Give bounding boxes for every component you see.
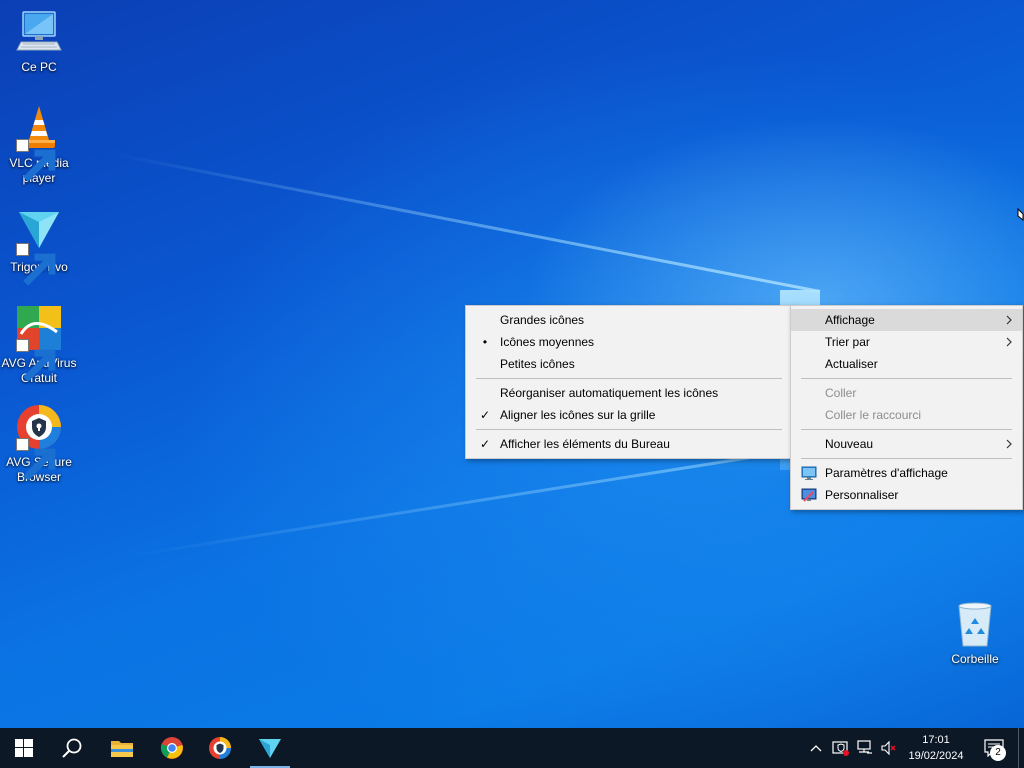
desktop-icon-vlc[interactable]: VLC media player (0, 104, 78, 186)
menu-item-new[interactable]: Nouveau (791, 433, 1022, 455)
desktop-icon-label: Ce PC (21, 60, 57, 74)
menu-item-paste: Coller (825, 386, 857, 400)
start-button[interactable] (0, 728, 48, 768)
desktop-context-menu: Affichage Trier par Actualiser Coller Co… (790, 305, 1023, 510)
taskbar: 17:01 19/02/2024 2 (0, 728, 1024, 768)
clock-date: 19/02/2024 (908, 750, 964, 762)
show-desktop-button[interactable] (1018, 728, 1024, 768)
personalize-icon (801, 487, 817, 503)
menu-item-medium-icons[interactable]: • Icônes moyennes (466, 331, 792, 353)
folder-icon (111, 741, 133, 757)
taskbar-chrome[interactable] (148, 728, 196, 768)
action-center-button[interactable]: 2 (978, 728, 1010, 768)
desktop-icon-label: Corbeille (951, 652, 999, 666)
menu-separator (801, 429, 1012, 430)
menu-item-large-icons[interactable]: Grandes icônes (466, 309, 792, 331)
menu-item-paste-shortcut: Coller le raccourci (825, 408, 922, 422)
avg-antivirus-icon (15, 304, 63, 382)
chevron-up-icon (810, 745, 822, 752)
menu-item-auto-arrange[interactable]: Réorganiser automatiquement les icônes (466, 382, 792, 404)
taskbar-file-explorer[interactable] (98, 728, 146, 768)
shortcut-arrow-icon (16, 339, 56, 382)
bullet-mark-icon: • (482, 335, 488, 349)
network-icon (857, 740, 872, 754)
tray-show-hidden-icons[interactable] (806, 728, 826, 768)
desktop-icon-avg-browser[interactable]: AVG Secure Browser (0, 403, 78, 485)
volume-muted-icon (881, 740, 896, 756)
chevron-right-icon (1004, 439, 1014, 449)
view-submenu: Grandes icônes • Icônes moyennes Petites… (465, 305, 793, 459)
shortcut-arrow-icon (16, 139, 56, 182)
wallpaper-light-beam (112, 152, 821, 293)
menu-separator (476, 378, 782, 379)
tray-volume[interactable] (878, 728, 900, 768)
menu-item-refresh[interactable]: Actualiser (791, 353, 1022, 375)
trigon-icon (15, 208, 63, 286)
shortcut-arrow-icon (16, 243, 56, 286)
menu-item-sort-by[interactable]: Trier par (791, 331, 1022, 353)
mouse-cursor-icon (1017, 208, 1024, 222)
display-settings-icon (801, 465, 817, 481)
avg-secure-browser-icon (209, 737, 231, 759)
wallpaper-light-beam (128, 445, 821, 558)
menu-item-show-desktop-icons[interactable]: ✓ Afficher les éléments du Bureau (466, 433, 792, 455)
checkmark-icon: ✓ (479, 437, 491, 451)
security-icon (832, 741, 849, 756)
tray-network[interactable] (854, 728, 876, 768)
desktop-icon-trigon[interactable]: Trigon Evo (0, 208, 78, 286)
menu-item-personalize[interactable]: Personnaliser (791, 484, 1022, 506)
menu-item-small-icons[interactable]: Petites icônes (466, 353, 792, 375)
menu-separator (801, 458, 1012, 459)
desktop-icon-this-pc[interactable]: Ce PC (0, 8, 78, 75)
menu-item-align-to-grid[interactable]: ✓ Aligner les icônes sur la grille (466, 404, 792, 426)
menu-item-view[interactable]: Affichage (791, 309, 1022, 331)
desktop-icon-recycle-bin[interactable]: Corbeille (936, 600, 1014, 667)
trigon-icon (259, 739, 281, 758)
search-icon (62, 738, 82, 758)
notification-count-badge: 2 (990, 745, 1006, 761)
windows-logo-icon (15, 739, 33, 757)
chevron-right-icon (1004, 315, 1014, 325)
menu-separator (476, 429, 782, 430)
avg-secure-browser-icon (15, 403, 63, 481)
menu-separator (801, 378, 1012, 379)
chevron-right-icon (1004, 337, 1014, 347)
taskbar-clock[interactable]: 17:01 19/02/2024 (900, 732, 972, 764)
vlc-icon (15, 104, 63, 182)
clock-time: 17:01 (922, 734, 950, 746)
taskbar-trigon-evo[interactable] (246, 728, 294, 768)
taskbar-avg-secure-browser[interactable] (196, 728, 244, 768)
shortcut-arrow-icon (16, 438, 56, 481)
tray-security[interactable] (830, 728, 852, 768)
recycle-bin-icon (951, 600, 999, 648)
computer-icon (15, 8, 63, 56)
menu-item-display-settings[interactable]: Paramètres d'affichage (791, 462, 1022, 484)
chrome-icon (160, 737, 183, 759)
desktop-icon-avg-antivirus[interactable]: AVG AntiVirus Gratuit (0, 304, 78, 386)
checkmark-icon: ✓ (479, 408, 491, 422)
search-button[interactable] (48, 728, 96, 768)
